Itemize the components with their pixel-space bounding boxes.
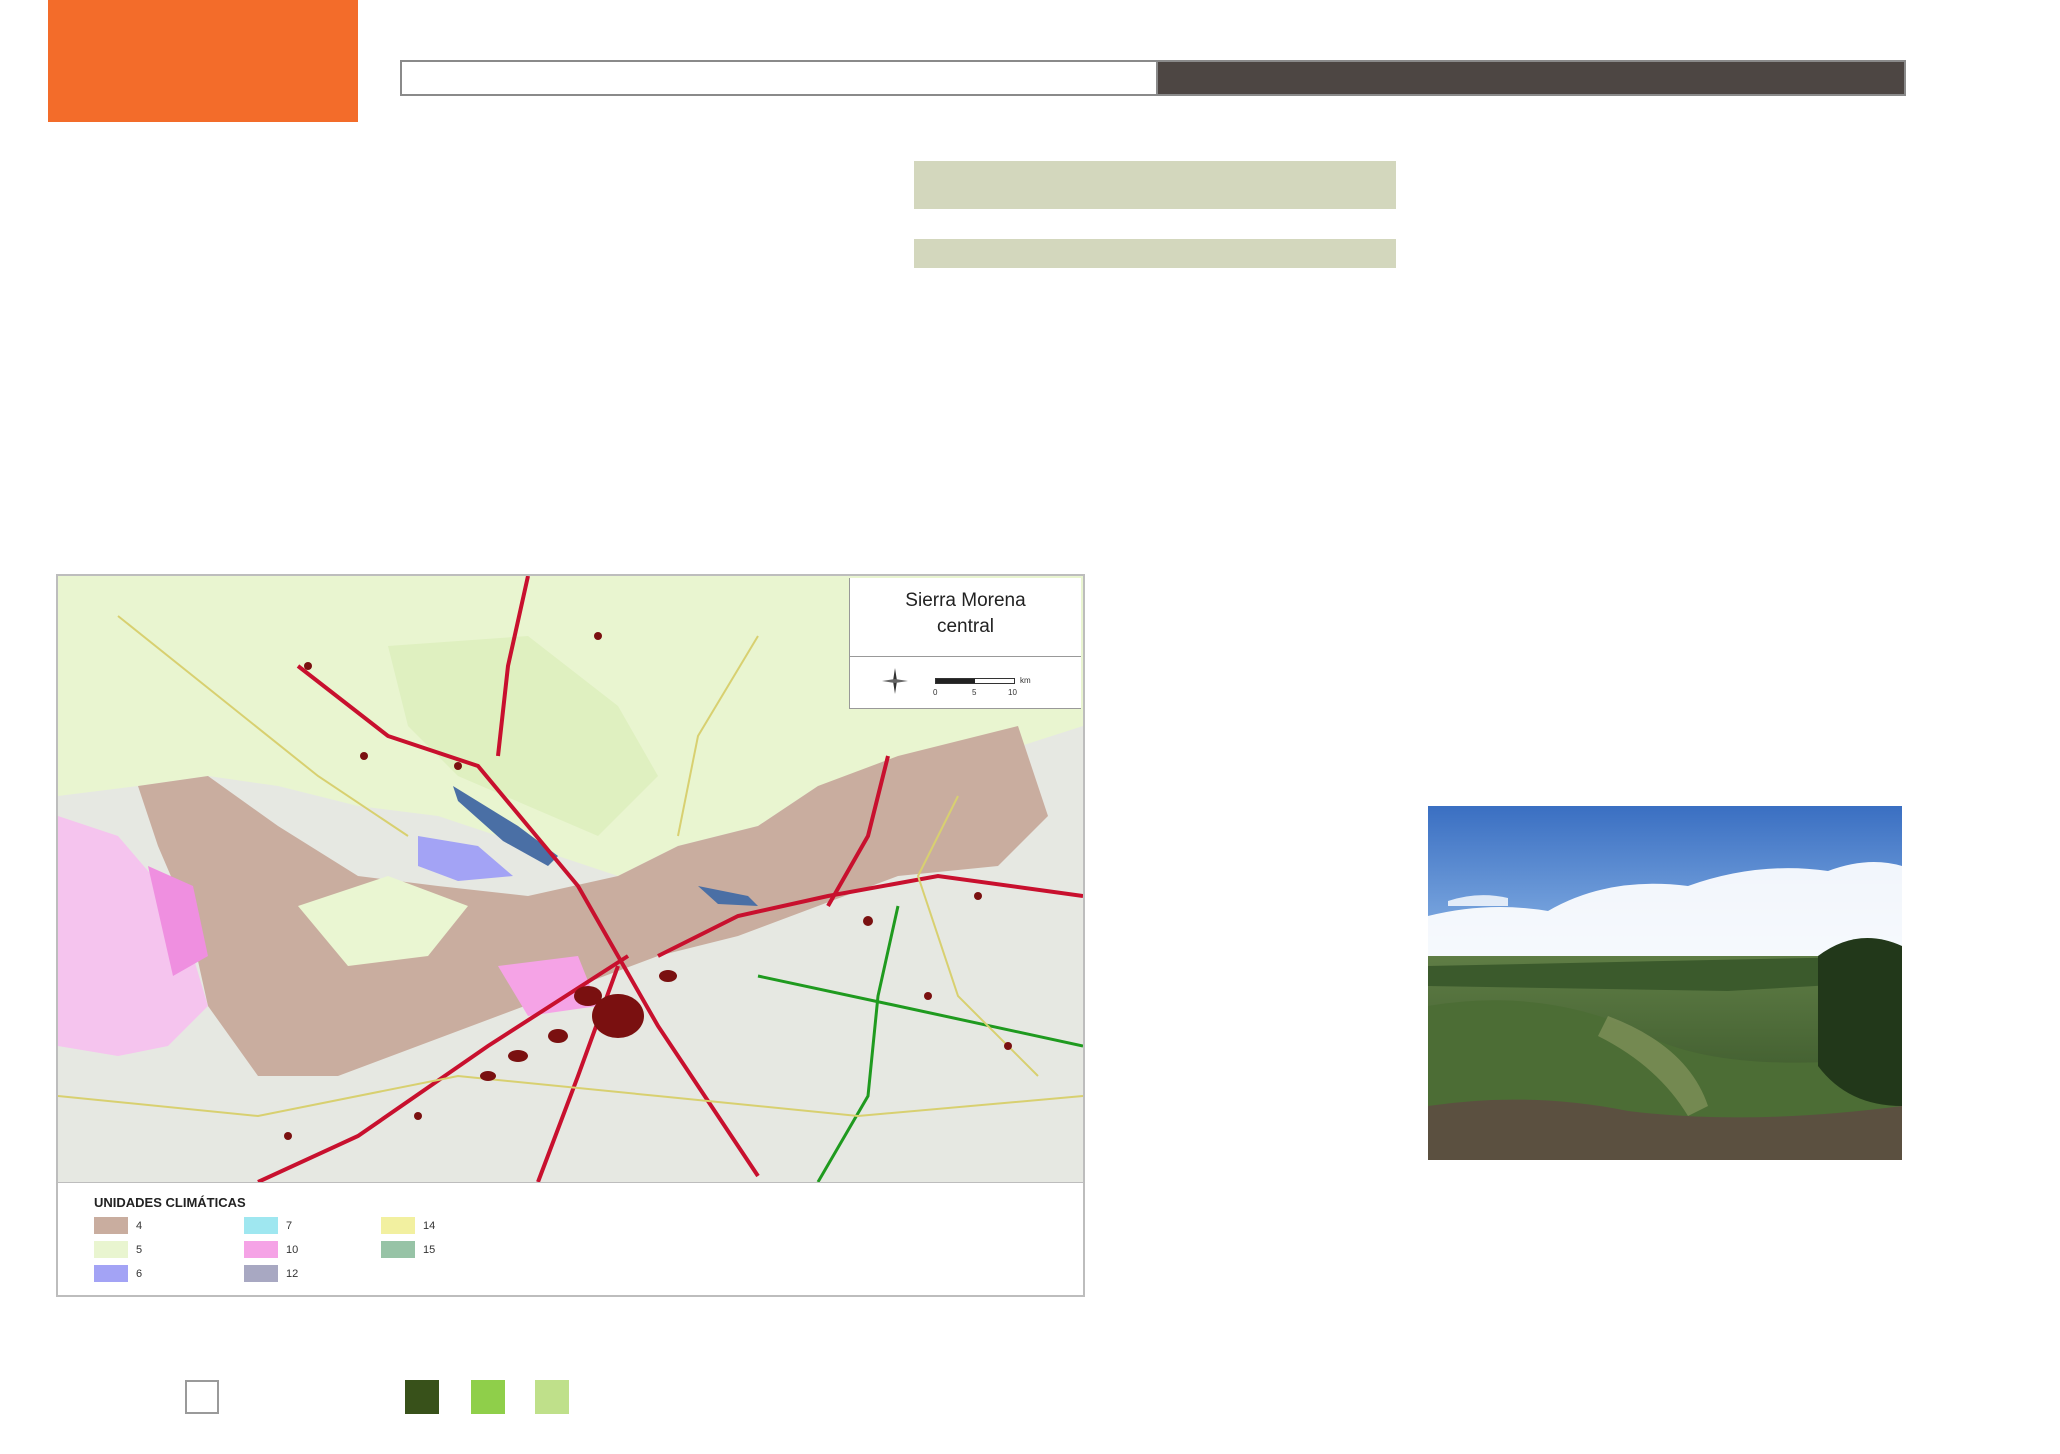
legend-swatch <box>94 1265 128 1282</box>
legend-swatch <box>244 1217 278 1234</box>
legend-label: 14 <box>423 1219 436 1232</box>
legend-label: 5 <box>136 1243 143 1256</box>
legend-swatch <box>94 1241 128 1258</box>
legend-item-12: 12 <box>244 1265 298 1282</box>
legend-item-14: 14 <box>381 1217 435 1234</box>
map-title-line-1: Sierra Morena <box>905 590 1026 611</box>
legend-label: 10 <box>286 1243 299 1256</box>
legend-item-10: 10 <box>244 1241 298 1258</box>
header-bar-dark-segment <box>1158 62 1904 94</box>
legend-swatch <box>381 1241 415 1258</box>
map-legend: UNIDADES CLIMÁTICAS 4 5 6 7 10 12 14 15 <box>58 1182 1083 1295</box>
scale-tick-10: 10 <box>1008 688 1017 697</box>
legend-item-6: 6 <box>94 1265 142 1282</box>
scale-tick-5: 5 <box>972 688 977 697</box>
legend-swatch <box>94 1217 128 1234</box>
legend-square-empty <box>185 1380 219 1414</box>
legend-swatch <box>244 1241 278 1258</box>
scale-bar <box>935 678 1015 684</box>
scale-tick-0: 0 <box>933 688 938 697</box>
legend-label: 12 <box>286 1267 299 1280</box>
header-bar <box>400 60 1906 96</box>
color-square-light-green <box>535 1380 569 1414</box>
legend-label: 4 <box>136 1219 143 1232</box>
landscape-photo <box>1428 806 1902 1160</box>
legend-label: 7 <box>286 1219 293 1232</box>
section-tab <box>48 0 358 122</box>
header-bar-light-segment <box>402 62 1158 94</box>
map-title-divider <box>850 656 1081 657</box>
label-bar-secondary <box>914 239 1396 268</box>
legend-swatch <box>381 1217 415 1234</box>
legend-item-4: 4 <box>94 1217 142 1234</box>
legend-title: UNIDADES CLIMÁTICAS <box>94 1195 246 1210</box>
map-title-line-2: central <box>936 616 995 637</box>
legend-item-7: 7 <box>244 1217 292 1234</box>
map-title: Sierra Morena central <box>850 588 1081 640</box>
compass-rose-icon <box>882 668 908 694</box>
legend-item-15: 15 <box>381 1241 435 1258</box>
map-title-box: Sierra Morena central 0 5 10 km <box>849 578 1081 709</box>
legend-item-5: 5 <box>94 1241 142 1258</box>
legend-swatch <box>244 1265 278 1282</box>
color-square-dark-green <box>405 1380 439 1414</box>
scale-unit: km <box>1020 676 1031 685</box>
label-bar-primary <box>914 161 1396 209</box>
legend-label: 15 <box>423 1243 436 1256</box>
legend-label: 6 <box>136 1267 143 1280</box>
climate-map: Sierra Morena central 0 5 10 km UNIDADES… <box>56 574 1085 1297</box>
color-square-mid-green <box>471 1380 505 1414</box>
